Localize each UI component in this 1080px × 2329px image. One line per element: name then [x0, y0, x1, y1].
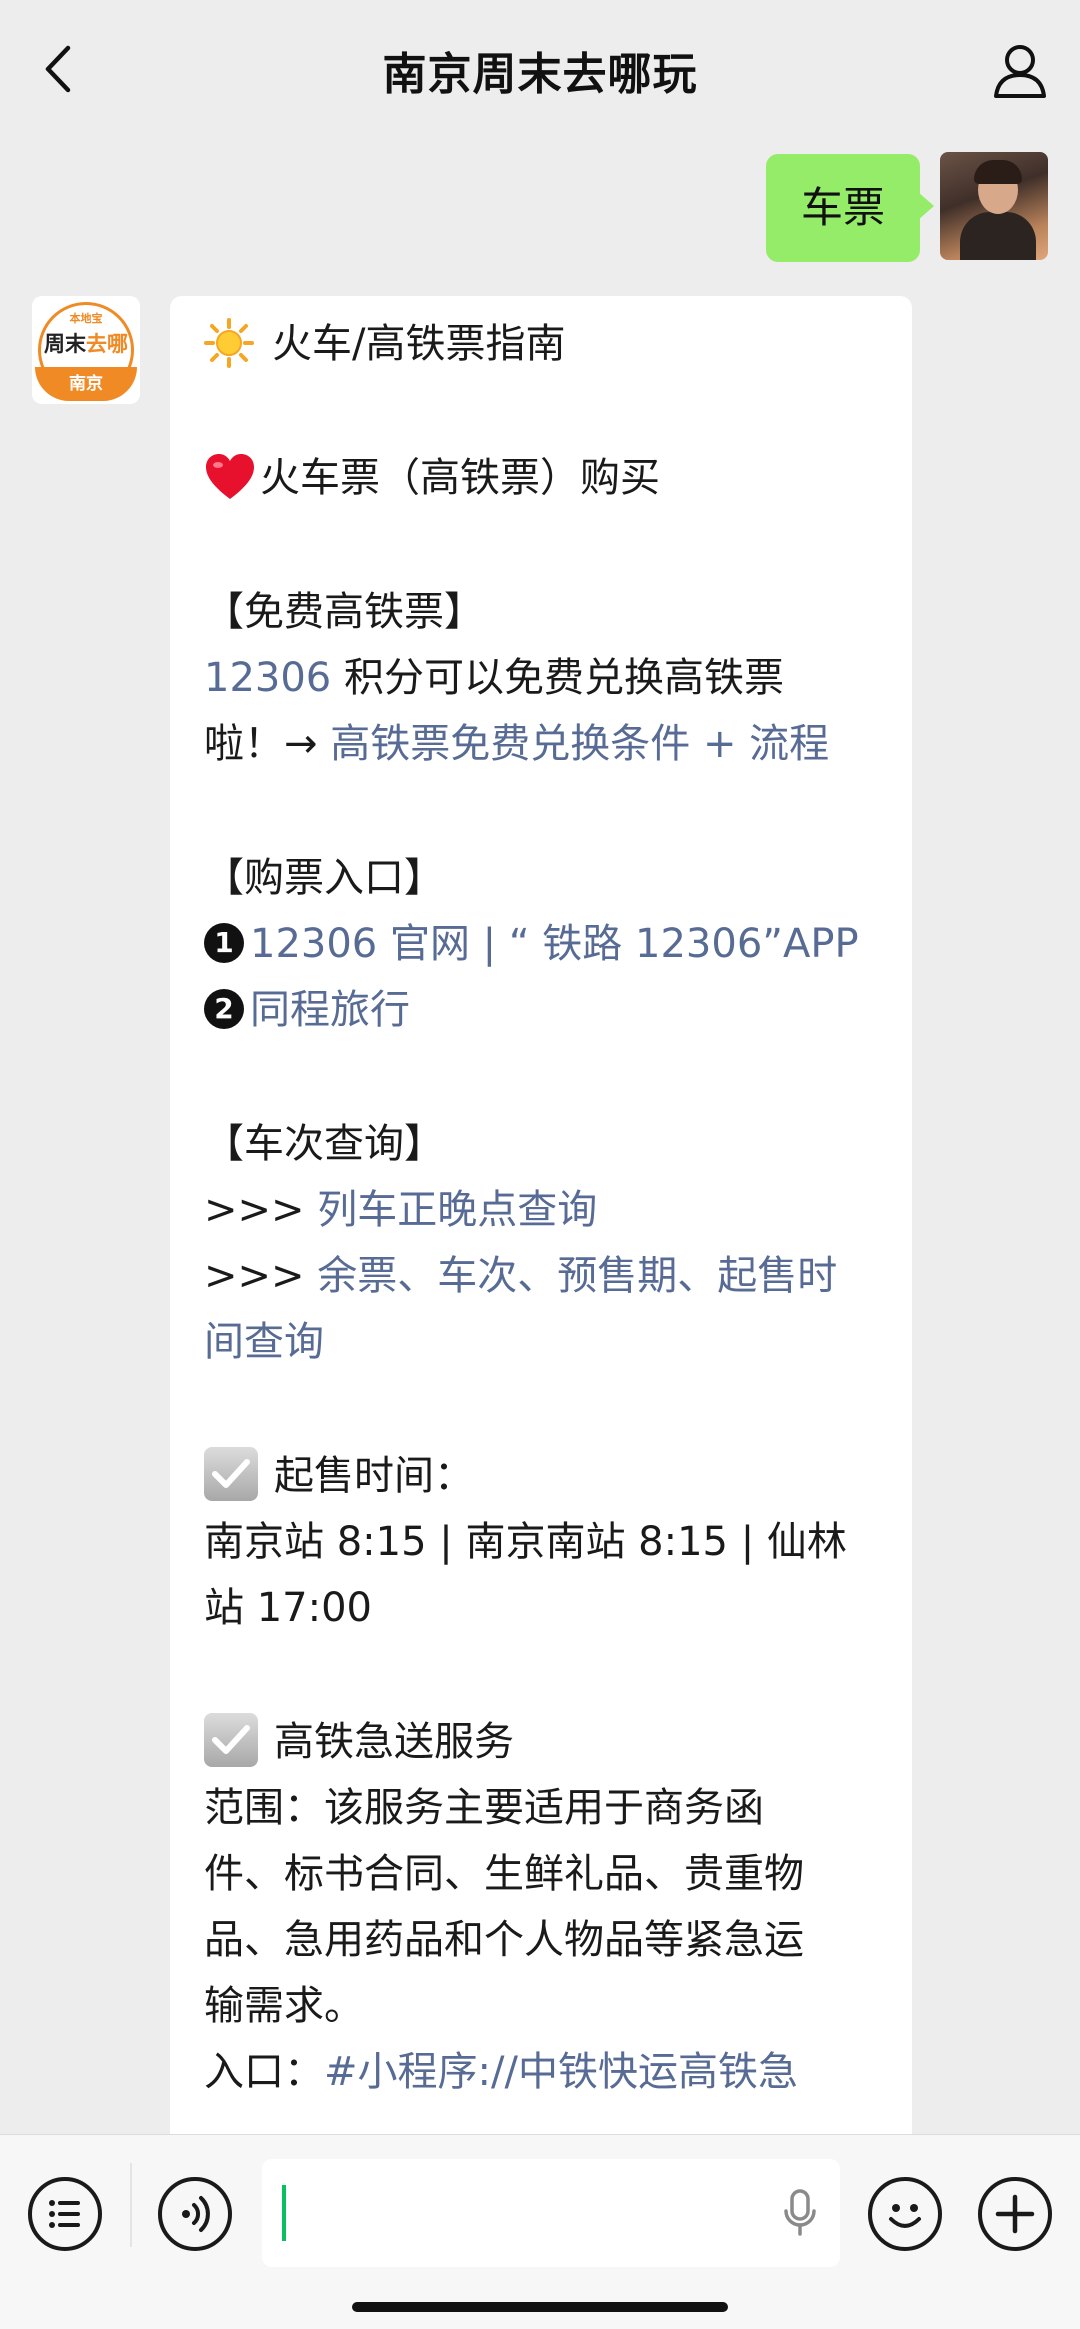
free-ticket-line2: 啦！→ 高铁票免费兑换条件 + 流程 [204, 721, 830, 767]
avatar-city-text: 南京 [69, 374, 103, 394]
home-indicator[interactable] [352, 2302, 728, 2312]
query-line3: 间查询 [204, 1316, 888, 1368]
link-free-exchange[interactable]: 高铁票免费兑换条件 + 流程 [330, 721, 829, 767]
query-line1: >>> 列车正晚点查询 [204, 1187, 598, 1233]
link-12306-official[interactable]: 12306 官网 | “ 铁路 12306”APP [250, 921, 859, 967]
express-line2: 件、标书合同、生鲜礼品、贵重物 [204, 1851, 804, 1897]
number-1-icon: 1 [204, 923, 244, 963]
link-mini-program[interactable]: #小程序://中铁快运高铁急 [324, 2049, 798, 2095]
express-line4: 输需求。 [204, 1983, 364, 2029]
toolbar-divider [130, 2163, 132, 2247]
top-bar: 南京周末去哪玩 [0, 0, 1080, 140]
incoming-message-bubble: 火车/高铁票指南 火车票（高铁票）购买 【免费高铁票】 12306 积分可以免费… [170, 296, 912, 2156]
person-icon [994, 45, 1046, 98]
sale-time-title: 起售时间： [274, 1453, 474, 1499]
purchase-entry-title: 【购票入口】 [204, 855, 444, 901]
link-tongcheng[interactable]: 同程旅行 [250, 987, 410, 1033]
message-input[interactable] [262, 2159, 840, 2267]
page-title: 南京周末去哪玩 [382, 49, 698, 100]
menu-button[interactable] [28, 2177, 102, 2251]
outgoing-message-row: 车票 [748, 152, 1048, 264]
avatar-top-text: 本地宝 [69, 312, 103, 325]
input-toolbar [0, 2134, 1080, 2329]
heading-line: 火车/高铁票指南 [204, 318, 888, 371]
purchase-entry-2: 2 同程旅行 [204, 984, 888, 1036]
free-ticket-line1: 12306 积分可以免费兑换高铁票 [204, 655, 784, 701]
text-caret [282, 2185, 286, 2241]
emoji-icon [889, 2204, 921, 2228]
express-title-line: 高铁急送服务 [204, 1713, 888, 1771]
guide-heading: 火车/高铁票指南 [272, 321, 566, 367]
free-ticket-title: 【免费高铁票】 [204, 589, 484, 635]
sale-time-line2: 站 17:00 [204, 1585, 372, 1631]
purchase-entry-1: 1 12306 官网 | “ 铁路 12306”APP [204, 918, 888, 970]
voice-icon [182, 2196, 210, 2232]
list-icon [49, 2200, 80, 2228]
link-12306[interactable]: 12306 [204, 655, 331, 701]
train-query-title: 【车次查询】 [204, 1121, 444, 1167]
sun-icon [204, 318, 254, 368]
sale-time-line1: 南京站 8:15 | 南京南站 8:15 | 仙林 [204, 1519, 847, 1565]
voice-button[interactable] [158, 2177, 232, 2251]
plus-button[interactable] [978, 2177, 1052, 2251]
query-line2: >>> 余票、车次、预售期、起售时 [204, 1253, 838, 1299]
checkbox-icon [204, 1447, 258, 1501]
express-title: 高铁急送服务 [274, 1719, 514, 1765]
checkbox-icon [204, 1713, 258, 1767]
express-line1: 范围：该服务主要适用于商务函 [204, 1785, 764, 1831]
link-delay-query[interactable]: 列车正晚点查询 [317, 1187, 597, 1233]
link-ticket-query[interactable]: 余票、车次、预售期、起售时 [317, 1253, 837, 1299]
sub-heading-line: 火车票（高铁票）购买 [204, 452, 888, 504]
user-avatar[interactable] [940, 152, 1048, 260]
mic-icon[interactable] [782, 2189, 818, 2237]
plus-icon [995, 2194, 1035, 2234]
express-entry-line: 入口：#小程序://中铁快运高铁急 [204, 2049, 798, 2095]
profile-button[interactable] [990, 40, 1050, 100]
official-account-avatar[interactable]: 本地宝 周末去哪 南京 [32, 296, 140, 404]
express-line3: 品、急用药品和个人物品等紧急运 [204, 1917, 804, 1963]
sale-time-title-line: 起售时间： [204, 1447, 888, 1505]
heart-icon [206, 454, 254, 499]
purchase-heading: 火车票（高铁票）购买 [260, 455, 660, 501]
number-2-icon: 2 [204, 989, 244, 1029]
emoji-button[interactable] [868, 2177, 942, 2251]
link-ticket-query-cont[interactable]: 间查询 [204, 1319, 324, 1365]
avatar-main-text: 周末去哪 [44, 332, 128, 356]
outgoing-bubble[interactable]: 车票 [766, 154, 934, 262]
